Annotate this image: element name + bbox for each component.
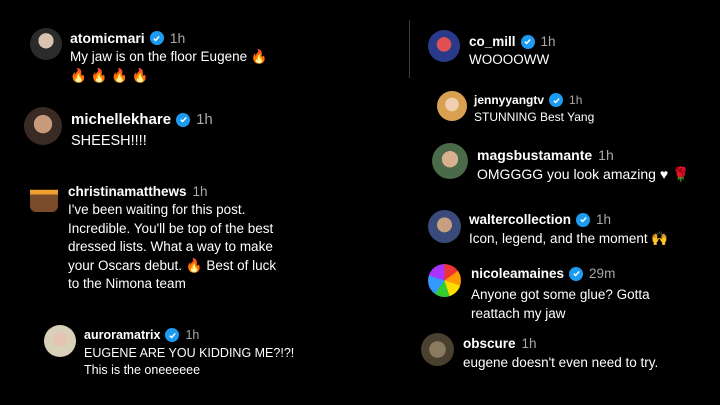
comment-text-line: Anyone got some glue? Gotta [471,287,650,302]
comment-text-line: SHEESH!!!! [71,133,147,149]
avatar[interactable] [421,333,454,366]
avatar[interactable] [428,210,461,243]
username[interactable]: obscure [463,336,516,351]
timestamp: 1h [185,328,200,342]
comment-text-line: This is the oneeeeee [84,363,201,377]
timestamp: 1h [596,212,612,227]
comment-text-line: Incredible. You'll be top of the best [68,220,274,236]
thread-divider [409,20,410,78]
username[interactable]: jennyyangtv [474,93,544,107]
username[interactable]: co_mill [469,34,516,49]
timestamp: 1h [540,34,556,49]
username[interactable]: christinamatthews [68,184,187,199]
verified-badge-icon [576,212,591,227]
avatar[interactable] [30,180,58,212]
comment-text-line: your Oscars debut. 🔥 Best of luck [68,257,277,273]
avatar[interactable] [428,264,461,297]
avatar[interactable] [432,143,468,179]
timestamp: 1h [569,93,583,107]
comment-text-line: OMGGGG you look amazing ♥ 🌹 [477,166,690,182]
avatar[interactable] [428,30,460,62]
comment-text-line: dressed lists. What a way to make [68,239,273,254]
username[interactable]: waltercollection [469,212,571,227]
username[interactable]: michellekhare [71,111,171,128]
verified-badge-icon [149,31,164,45]
comment-text-line: EUGENE ARE YOU KIDDING ME?!?! [84,346,295,360]
verified-badge-icon [176,112,191,127]
timestamp: 1h [598,147,614,163]
avatar[interactable] [24,107,62,145]
timestamp: 29m [589,266,616,281]
verified-badge-icon [520,34,535,49]
comment-text-line: I've been waiting for this post. [68,202,246,217]
verified-badge-icon [569,266,584,281]
username[interactable]: nicoleamaines [471,266,564,281]
avatar[interactable] [30,28,62,60]
timestamp: 1h [196,111,213,128]
verified-badge-icon [549,93,564,107]
timestamp: 1h [192,184,208,199]
username[interactable]: magsbustamante [477,147,592,163]
comment-text-line: reattach my jaw [471,306,566,321]
verified-badge-icon [165,328,180,342]
timestamp: 1h [169,30,186,46]
comment-text-line: 🔥 🔥 🔥 🔥 [70,68,149,83]
comment-text-line: to the Nimona team [68,276,186,291]
username[interactable]: atomicmari [70,30,145,46]
comment-text-line: Icon, legend, and the moment 🙌 [469,231,669,246]
comment-text-line: eugene doesn't even need to try. [463,355,659,370]
comment-text-line: STUNNING Best Yang [474,110,595,124]
avatar[interactable] [44,325,76,357]
comment-text-line: WOOOOWW [469,52,550,67]
avatar[interactable] [437,91,467,121]
username[interactable]: auroramatrix [84,328,160,342]
timestamp: 1h [521,336,537,351]
comment-text-line: My jaw is on the floor Eugene 🔥 [70,49,268,64]
